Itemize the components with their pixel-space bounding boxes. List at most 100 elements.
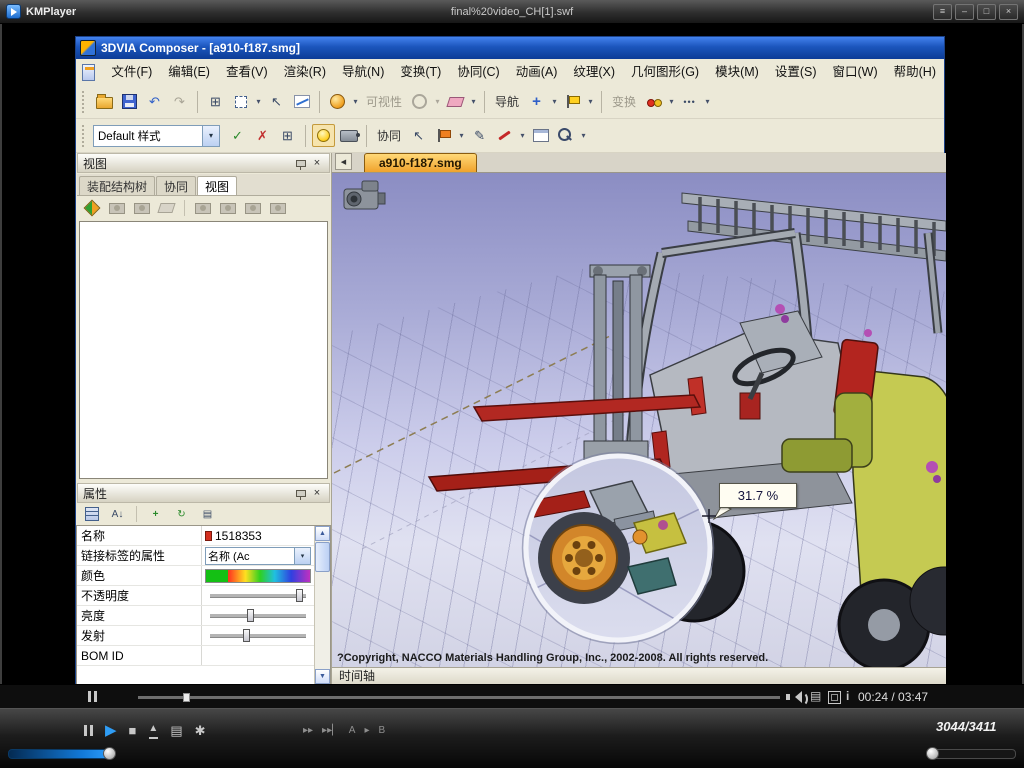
eraser-dropdown[interactable]: ▾ — [469, 97, 478, 106]
pushpin-icon[interactable] — [296, 159, 306, 170]
create-view-button[interactable] — [81, 198, 102, 219]
properties-panel-close-icon[interactable]: × — [310, 487, 324, 499]
visibility-button[interactable] — [408, 90, 431, 113]
render-mode-dropdown[interactable]: ▾ — [351, 97, 360, 106]
player-menu-button[interactable]: ≡ — [933, 3, 952, 20]
3d-viewport[interactable]: 31.7 % ?Copyright, NACCO Materials Handl… — [332, 173, 946, 667]
undo-button[interactable]: ↶ — [143, 90, 166, 113]
menu-render[interactable]: 渲染(R) — [276, 60, 334, 85]
emission-slider-handle[interactable] — [243, 628, 251, 642]
fast-forward-icon[interactable]: ▸▸ — [303, 725, 313, 736]
menu-collaborate[interactable]: 协同(C) — [449, 60, 507, 85]
selection-tool-dropdown[interactable]: ▾ — [254, 97, 263, 106]
eject-button[interactable]: ▲ — [148, 721, 158, 739]
opacity-slider[interactable] — [210, 588, 306, 602]
property-row-emission[interactable]: 发射 — [77, 626, 330, 646]
menu-window[interactable]: 窗口(W) — [825, 60, 886, 85]
camera-views-dropdown[interactable]: ▾ — [586, 97, 595, 106]
multi-view-button[interactable]: ⊞ — [204, 90, 227, 113]
add-property-button[interactable]: + — [145, 504, 166, 525]
line-style-dropdown[interactable]: ▾ — [518, 131, 527, 140]
brightness-slider[interactable] — [210, 608, 306, 622]
style-combobox[interactable]: Default 样式 ▾ — [93, 124, 220, 147]
close-button[interactable]: × — [999, 3, 1018, 20]
color-gradient-picker[interactable] — [205, 568, 311, 583]
menu-navigate[interactable]: 导航(N) — [334, 60, 392, 85]
delete-style-button[interactable]: ✗ — [251, 124, 274, 147]
property-row-link-label[interactable]: 链接标签的属性 名称 (Ac ▾ — [77, 546, 330, 566]
measure-button[interactable] — [290, 90, 313, 113]
pointer-tool-button[interactable]: ↖ — [265, 90, 288, 113]
scroll-up-icon[interactable]: ▲ — [315, 526, 330, 541]
pause-button[interactable] — [84, 724, 93, 736]
minimize-button[interactable]: – — [955, 3, 974, 20]
menu-texture[interactable]: 纹理(X) — [565, 60, 623, 85]
fullscreen-icon[interactable] — [828, 691, 841, 707]
update-view-button[interactable] — [106, 198, 127, 219]
sort-alphabetical-button[interactable]: A↓ — [107, 504, 128, 525]
property-manager-button[interactable]: ▤ — [197, 504, 218, 525]
snap-button[interactable] — [642, 90, 665, 113]
move-tool-dropdown[interactable]: ▾ — [550, 97, 559, 106]
zoom-tool-button[interactable] — [554, 124, 577, 147]
menu-modules[interactable]: 模块(M) — [707, 60, 767, 85]
zoom-tool-dropdown[interactable]: ▾ — [579, 131, 588, 140]
camera-view-1-button[interactable] — [192, 198, 213, 219]
scroll-down-icon[interactable]: ▼ — [315, 669, 330, 684]
menu-animation[interactable]: 动画(A) — [508, 60, 566, 85]
property-row-opacity[interactable]: 不透明度 — [77, 586, 330, 606]
volume-slider[interactable] — [8, 747, 116, 760]
settings-button[interactable]: ✱ — [195, 723, 206, 738]
more-tools-button[interactable]: ••• — [678, 90, 701, 113]
snap-dropdown[interactable]: ▾ — [667, 97, 676, 106]
camera-view-2-button[interactable] — [217, 198, 238, 219]
clear-view-button[interactable] — [156, 198, 177, 219]
pushpin-icon[interactable] — [296, 489, 306, 500]
marker-dropdown[interactable]: ▾ — [457, 131, 466, 140]
menu-edit[interactable]: 编辑(E) — [160, 60, 218, 85]
skip-end-icon[interactable]: ▸▸▏ — [322, 725, 340, 736]
style-workshop-button[interactable]: ⊞ — [276, 124, 299, 147]
open-button[interactable] — [93, 90, 116, 113]
camera-view-3-button[interactable] — [242, 198, 263, 219]
stop-button[interactable]: ■ — [129, 723, 137, 738]
menu-transform[interactable]: 变换(T) — [392, 60, 449, 85]
categorized-button[interactable] — [81, 504, 102, 525]
property-row-bom-id[interactable]: BOM ID — [77, 646, 330, 666]
copy-view-button[interactable] — [131, 198, 152, 219]
secondary-knob[interactable] — [925, 747, 939, 760]
brightness-slider-handle[interactable] — [247, 608, 255, 622]
tab-views[interactable]: 视图 — [197, 176, 238, 195]
osd-pause-button[interactable] — [88, 691, 97, 702]
opacity-slider-handle[interactable] — [296, 588, 304, 602]
menu-preferences[interactable]: 设置(S) — [767, 60, 825, 85]
menu-view[interactable]: 查看(V) — [218, 60, 276, 85]
ab-repeat-a-button[interactable]: A — [349, 725, 356, 736]
visibility-dropdown[interactable]: ▾ — [433, 97, 442, 106]
volume-knob[interactable] — [102, 747, 116, 760]
property-row-name[interactable]: 名称 1518353 — [77, 526, 330, 546]
link-label-combobox-arrow[interactable]: ▾ — [294, 547, 310, 564]
tab-collaborate[interactable]: 协同 — [156, 176, 197, 195]
move-tool-button[interactable]: + — [525, 90, 548, 113]
tab-assembly-tree[interactable]: 装配结构树 — [79, 176, 156, 195]
save-button[interactable] — [118, 90, 141, 113]
property-grid-scrollbar[interactable]: ▲ ▼ — [314, 526, 330, 684]
marker-button[interactable] — [432, 124, 455, 147]
collab-pointer-button[interactable]: ↖ — [407, 124, 430, 147]
property-value-name[interactable]: 1518353 — [215, 529, 262, 543]
seek-handle[interactable] — [183, 693, 191, 702]
redo-button[interactable]: ↷ — [168, 90, 191, 113]
view-panel-close-icon[interactable]: × — [310, 157, 324, 169]
draw-button[interactable]: ✎ — [468, 124, 491, 147]
property-row-color[interactable]: 颜色 — [77, 566, 330, 586]
light-button[interactable] — [312, 124, 335, 147]
emission-slider[interactable] — [210, 628, 306, 642]
info-icon[interactable]: i — [846, 689, 849, 703]
play-button[interactable]: ▶ — [105, 723, 117, 738]
menu-file[interactable]: 文件(F) — [103, 60, 160, 85]
document-tab-active[interactable]: a910-f187.smg — [364, 153, 477, 172]
camera-views-button[interactable] — [561, 90, 584, 113]
forklift-3d-model[interactable] — [332, 173, 946, 667]
views-list-area[interactable] — [79, 221, 328, 479]
